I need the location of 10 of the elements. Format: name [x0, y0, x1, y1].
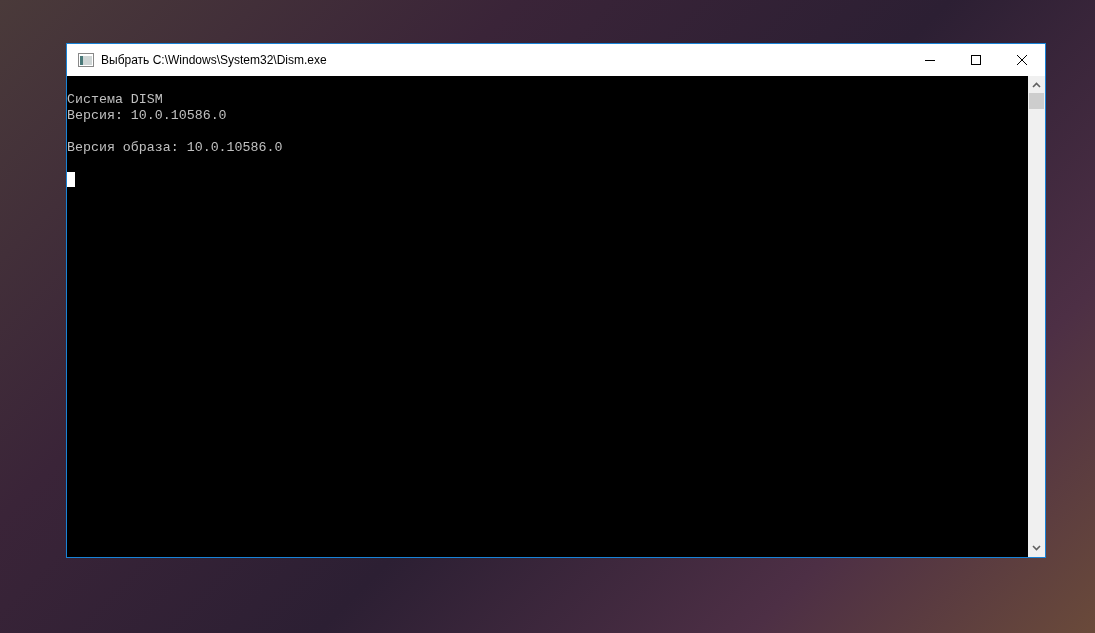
scrollbar[interactable] [1028, 76, 1045, 557]
close-icon [1017, 55, 1027, 65]
maximize-icon [971, 55, 981, 65]
console-line: Система DISM [67, 92, 164, 108]
console-line: Версия образа: 10.0.10586.0 [67, 140, 284, 156]
minimize-icon [925, 59, 935, 61]
console-line: Версия: 10.0.10586.0 [67, 108, 228, 124]
scrollbar-thumb[interactable] [1029, 93, 1044, 109]
window-title: Выбрать C:\Windows\System32\Dism.exe [101, 52, 327, 69]
console-app-icon [78, 53, 94, 67]
